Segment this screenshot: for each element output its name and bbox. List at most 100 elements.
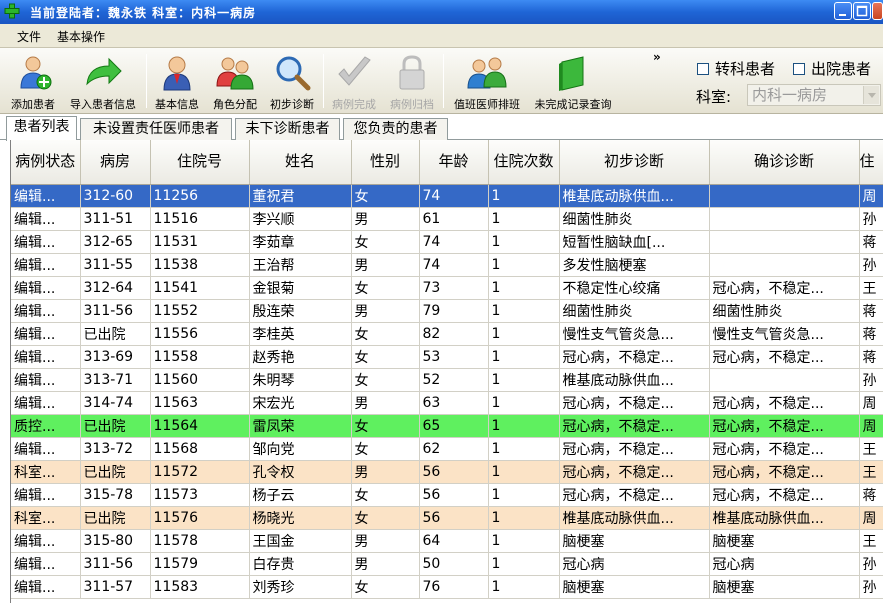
cell-initial-diagnosis: 不稳定性心绞痛 [559, 276, 710, 300]
cell-admission-no: 11256 [150, 184, 250, 208]
cell-final-diagnosis [709, 184, 860, 208]
header-age[interactable]: 年龄 [419, 140, 489, 185]
header-name[interactable]: 姓名 [249, 140, 352, 185]
initial-diagnosis-button[interactable]: 初步诊断 [264, 52, 320, 112]
table-row[interactable]: 质控... 已出院 11564 雷凤荣女 65 1 冠心病，不稳定... 冠心病，不稳定...… [11, 414, 883, 438]
incomplete-query-button[interactable]: 未完成记录查询 [529, 52, 617, 112]
transfer-patient-checkbox[interactable]: 转科患者 [697, 58, 775, 79]
table-row[interactable]: 编辑... 311-57 11583 刘秀珍女 76 1 脑梗塞 脑梗塞孙 [11, 575, 883, 599]
cell-admission-times: 1 [488, 184, 560, 208]
duty-schedule-label: 值班医师排班 [454, 98, 520, 111]
cell-initial-diagnosis: 冠心病 [559, 552, 710, 576]
table-row[interactable]: 科室... 已出院 11572 孔令权男 56 1 冠心病，不稳定... 冠心病，不稳定...… [11, 460, 883, 484]
cell-age: 82 [419, 322, 489, 346]
header-status[interactable]: 病例状态 [11, 140, 81, 185]
cell-age: 56 [419, 483, 489, 507]
cell-extra: 周 [859, 391, 883, 415]
add-patient-label: 添加患者 [11, 98, 55, 111]
cell-admission-no: 11564 [150, 414, 250, 438]
table-row[interactable]: 编辑... 已出院 11556 李桂英女 82 1 慢性支气管炎急... 慢性支气管炎急...… [11, 322, 883, 346]
duty-schedule-button[interactable]: 值班医师排班 [447, 52, 527, 112]
menu-basic-operations[interactable]: 基本操作 [57, 28, 105, 45]
cell-initial-diagnosis: 椎基底动脉供血... [559, 506, 710, 530]
cell-sex: 女 [351, 184, 420, 208]
cell-status: 编辑... [11, 322, 81, 346]
cell-ward: 311-57 [80, 575, 151, 599]
cell-admission-times: 1 [488, 414, 560, 438]
table-row[interactable]: 编辑... 311-51 11516 李兴顺男 61 1 细菌性肺炎 孙 [11, 207, 883, 231]
add-user-icon [20, 56, 52, 90]
table-row[interactable]: 编辑... 313-69 11558 赵秀艳女 53 1 冠心病，不稳定... 冠心病，不稳定… [11, 345, 883, 369]
menu-file[interactable]: 文件 [17, 28, 41, 45]
minimize-button[interactable] [834, 2, 852, 20]
cell-admission-times: 1 [488, 230, 560, 254]
cell-final-diagnosis [709, 207, 860, 231]
case-complete-button[interactable]: 病例完成 [327, 52, 381, 112]
table-row[interactable]: 编辑... 312-64 11541 金银菊女 73 1 不稳定性心绞痛 冠心病，不稳定...… [11, 276, 883, 300]
cell-name: 宋宏光 [249, 391, 352, 415]
basic-info-button[interactable]: 基本信息 [150, 52, 204, 112]
table-row[interactable]: 编辑... 313-71 11560 朱明琴女 52 1 椎基底动脉供血... 孙 [11, 368, 883, 392]
cell-extra: 蒋 [859, 483, 883, 507]
cell-admission-times: 1 [488, 529, 560, 553]
table-row[interactable]: 科室... 已出院 11576 杨晓光女 56 1 椎基底动脉供血... 椎基底动脉供血...… [11, 506, 883, 530]
table-row[interactable]: 编辑... 311-56 11552 殷连荣男 79 1 细菌性肺炎 细菌性肺炎蒋 [11, 299, 883, 323]
table-row[interactable]: 编辑... 315-80 11578 王国金男 64 1 脑梗塞 脑梗塞王 [11, 529, 883, 553]
cell-initial-diagnosis: 慢性支气管炎急... [559, 322, 710, 346]
cell-admission-times: 1 [488, 552, 560, 576]
table-row[interactable]: 编辑... 311-55 11538 王治帮男 74 1 多发性脑梗塞 孙 [11, 253, 883, 277]
table-row[interactable]: 编辑... 312-65 11531 李茹章女 74 1 短暂性脑缺血[... 蒋 [11, 230, 883, 254]
cell-admission-no: 11516 [150, 207, 250, 231]
cell-name: 赵秀艳 [249, 345, 352, 369]
table-row[interactable]: 编辑... 315-78 11573 杨子云女 56 1 冠心病，不稳定... 冠心病，不稳定… [11, 483, 883, 507]
header-sex[interactable]: 性别 [351, 140, 420, 185]
department-select[interactable]: 内科一病房 [747, 84, 881, 106]
cell-name: 杨晓光 [249, 506, 352, 530]
patient-table: 病例状态 病房 住院号 姓名 性别 年龄 住院次数 初步诊断 确诊诊断住 编辑... 312-60… [10, 140, 883, 603]
discharged-patient-label: 出院患者 [811, 60, 872, 78]
discharged-patient-checkbox[interactable]: 出院患者 [793, 58, 871, 79]
table-row[interactable]: 编辑... 314-74 11563 宋宏光男 63 1 冠心病，不稳定... 冠心病，不稳定… [11, 391, 883, 415]
cell-status: 编辑... [11, 391, 81, 415]
cell-admission-no: 11572 [150, 460, 250, 484]
header-admission-times[interactable]: 住院次数 [488, 140, 560, 185]
cell-status: 科室... [11, 506, 81, 530]
cell-initial-diagnosis: 冠心病，不稳定... [559, 437, 710, 461]
cell-initial-diagnosis: 短暂性脑缺血[... [559, 230, 710, 254]
cell-status: 编辑... [11, 483, 81, 507]
app-plus-icon [4, 3, 20, 19]
tab-no-responsible-doctor[interactable]: 未设置责任医师患者 [80, 118, 232, 140]
table-row[interactable]: 编辑... 312-60 11256 董祝君女 74 1 椎基底动脉供血... 周 [11, 184, 883, 208]
tab-patient-list[interactable]: 患者列表 [6, 116, 77, 141]
import-patient-label: 导入患者信息 [70, 98, 136, 111]
header-ward[interactable]: 病房 [80, 140, 151, 185]
tab-undiagnosed[interactable]: 未下诊断患者 [235, 118, 340, 140]
case-archive-button[interactable]: 病例归档 [385, 52, 439, 112]
cell-sex: 男 [351, 253, 420, 277]
cell-admission-times: 1 [488, 345, 560, 369]
cell-final-diagnosis [709, 253, 860, 277]
cell-ward: 311-55 [80, 253, 151, 277]
header-admission-no[interactable]: 住院号 [150, 140, 250, 185]
cell-status: 编辑... [11, 207, 81, 231]
cell-age: 53 [419, 345, 489, 369]
cell-extra: 蒋 [859, 230, 883, 254]
cell-name: 白存贵 [249, 552, 352, 576]
header-initial-diagnosis[interactable]: 初步诊断 [559, 140, 710, 185]
maximize-button[interactable] [853, 2, 871, 20]
cell-extra: 王 [859, 276, 883, 300]
import-patient-button[interactable]: 导入患者信息 [64, 52, 142, 112]
table-row[interactable]: 编辑... 311-56 11579 白存贵男 50 1 冠心病 冠心病孙 [11, 552, 883, 576]
cell-admission-times: 1 [488, 253, 560, 277]
cell-initial-diagnosis: 冠心病，不稳定... [559, 345, 710, 369]
table-row[interactable]: 编辑... 313-72 11568 邹向党女 62 1 冠心病，不稳定... 冠心病，不稳定… [11, 437, 883, 461]
cell-extra: 孙 [859, 575, 883, 599]
close-button[interactable] [872, 2, 883, 20]
tab-my-patients[interactable]: 您负责的患者 [343, 118, 448, 140]
dropdown-arrow-icon[interactable] [863, 86, 879, 104]
add-patient-button[interactable]: 添加患者 [4, 52, 62, 112]
role-assign-button[interactable]: 角色分配 [208, 52, 262, 112]
header-extra[interactable]: 住 [859, 140, 883, 185]
toolbar-overflow-chevron[interactable]: » [653, 50, 661, 64]
header-final-diagnosis[interactable]: 确诊诊断 [709, 140, 860, 185]
